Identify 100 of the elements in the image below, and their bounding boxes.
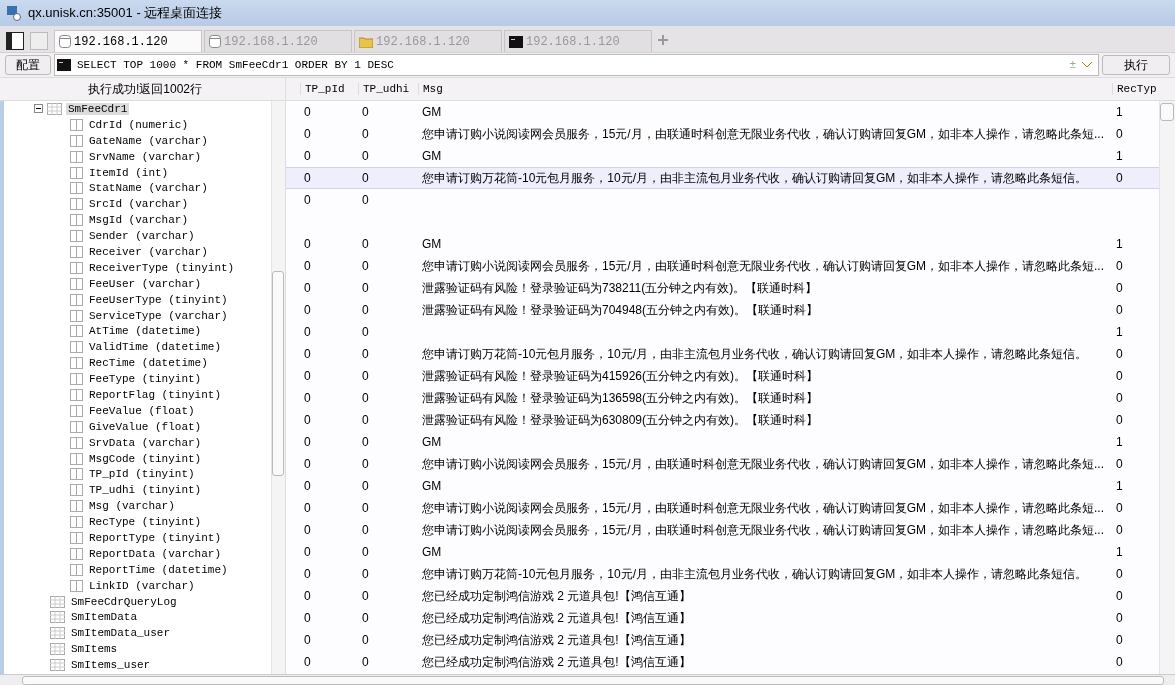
table-cell-text: 0: [1115, 412, 1124, 429]
table-row[interactable]: 0 0 您已经成功定制鸿信游戏 2 元道具包!【鸿信互通】 0: [286, 607, 1159, 629]
tree-item[interactable]: CdrId (numeric): [4, 116, 271, 133]
table-row[interactable]: 0 0 GM 1: [286, 475, 1159, 497]
tree-item[interactable]: ReportTime (datetime): [4, 561, 271, 578]
remote-desktop-icon: [6, 5, 22, 21]
table-cell-text: 0: [1115, 632, 1124, 649]
table-row[interactable]: 0 0 泄露验证码有风险！登录验证码为136598(五分钟之内有效)。【联通时科】 0: [286, 387, 1159, 409]
table-row[interactable]: 0 0 您已经成功定制鸿信游戏 2 元道具包!【鸿信互通】 0: [286, 629, 1159, 651]
table-row[interactable]: 0 0 您已经成功定制鸿信游戏 2 元道具包!【鸿信互通】 0: [286, 585, 1159, 607]
tree-item[interactable]: SmItemData: [4, 609, 271, 626]
table-row[interactable]: 0 0 GM 1: [286, 431, 1159, 453]
config-button[interactable]: 配置: [5, 55, 51, 75]
table-row[interactable]: 0 0 GM 1: [286, 541, 1159, 563]
tree-item[interactable]: SmFeeCdr1: [4, 101, 271, 117]
tree-item[interactable]: FeeUser (varchar): [4, 275, 271, 292]
table-cell-text: 0: [303, 654, 312, 671]
table-cell-text: 0: [361, 148, 370, 165]
tree-item[interactable]: SmItems_user: [4, 657, 271, 674]
column-name: GateName (varchar): [88, 134, 209, 147]
tree-item[interactable]: Msg (varchar): [4, 498, 271, 515]
tree-item[interactable]: ReportType (tinyint): [4, 530, 271, 546]
tree-item[interactable]: GiveValue (float): [4, 418, 271, 435]
connection-tab[interactable]: 192.168.1.120: [54, 30, 202, 52]
table-row[interactable]: 0 0 您申请订购小说阅读网会员服务，15元/月，由联通时科创意无限业务代收，确认订购请回复GM，如非本人操作，请忽略此条短... 0: [286, 519, 1159, 541]
tree-item[interactable]: SmFeeCdrQueryLog: [4, 593, 271, 610]
table-scrollbar[interactable]: [1159, 101, 1175, 674]
table-row[interactable]: 0 0 GM 1: [286, 145, 1159, 167]
tree-item[interactable]: MsgId (varchar): [4, 212, 271, 229]
tree-item[interactable]: AtTime (datetime): [4, 323, 271, 340]
tree-item[interactable]: Receiver (varchar): [4, 244, 271, 260]
table-row[interactable]: 0 0 您申请订购万花筒-10元包月服务，10元/月，由非主流包月业务代收，确认订购请回复GM，如非本人操作，请忽略此条短信。 0: [286, 563, 1159, 585]
table-row[interactable]: 0 0 泄露验证码有风险！登录验证码为738211(五分钟之内有效)。【联通时科】 0: [286, 277, 1159, 299]
column-icon: [70, 293, 83, 306]
column-header[interactable]: TP_pId: [300, 83, 358, 95]
query-field[interactable]: SELECT TOP 1000 * FROM SmFeeCdr1 ORDER BY 1 DESC ±: [54, 54, 1099, 76]
tree-item[interactable]: SrvName (varchar): [4, 148, 271, 165]
tree-item[interactable]: FeeType (tinyint): [4, 371, 271, 388]
column-header[interactable]: TP_udhi: [358, 83, 418, 95]
tree-item[interactable]: RecType (tinyint): [4, 514, 271, 531]
collapse-icon[interactable]: [34, 104, 43, 114]
table-row[interactable]: 0 0: [286, 189, 1159, 233]
column-name: SrvData (varchar): [88, 436, 203, 449]
add-tab-icon[interactable]: [658, 35, 668, 45]
table-row[interactable]: 0 0 您申请订购万花筒-10元包月服务，10元/月，由非主流包月业务代收，确认订购请回复GM，如非本人操作，请忽略此条短信。 0: [286, 343, 1159, 365]
table-name: SmFeeCdr1: [66, 102, 130, 115]
column-header[interactable]: RecTyp: [1112, 83, 1160, 95]
folder-icon: [359, 35, 373, 48]
tree-item[interactable]: GateName (varchar): [4, 132, 271, 149]
tree-item[interactable]: SrcId (varchar): [4, 196, 271, 213]
tree-item[interactable]: MsgCode (tinyint): [4, 450, 271, 467]
column-name: ItemId (int): [88, 166, 170, 179]
tree-item[interactable]: StatName (varchar): [4, 180, 271, 197]
column-icon: [70, 452, 83, 465]
tree-item[interactable]: ServiceType (varchar): [4, 307, 271, 324]
column-icon: [70, 388, 83, 401]
tree-item[interactable]: Sender (varchar): [4, 228, 271, 244]
horizontal-scrollbar[interactable]: [0, 674, 1175, 685]
tree-item[interactable]: ReportData (varchar): [4, 545, 271, 562]
tree-item[interactable]: ValidTime (datetime): [4, 339, 271, 356]
tree-item[interactable]: SmItemData_user: [4, 625, 271, 642]
table-row[interactable]: 0 0 您申请订购小说阅读网会员服务，15元/月，由联通时科创意无限业务代收，确认订购请回复GM，如非本人操作，请忽略此条短... 0: [286, 255, 1159, 277]
table-cell-text: 0: [303, 368, 312, 385]
column-header[interactable]: Msg: [418, 83, 1112, 95]
tree-item[interactable]: FeeUserType (tinyint): [4, 291, 271, 308]
column-name: ReportData (varchar): [88, 547, 223, 560]
table-row[interactable]: 0 0 您申请订购小说阅读网会员服务，15元/月，由联通时科创意无限业务代收，确认订购请回复GM，如非本人操作，请忽略此条短... 0: [286, 123, 1159, 145]
table-row[interactable]: 0 0 泄露验证码有风险！登录验证码为630809(五分钟之内有效)。【联通时科】 0: [286, 409, 1159, 431]
table-row[interactable]: 0 0 GM 1: [286, 233, 1159, 255]
table-row[interactable]: 0 0 泄露验证码有风险！登录验证码为415926(五分钟之内有效)。【联通时科】 0: [286, 365, 1159, 387]
column-icon: [70, 214, 83, 227]
tree-item[interactable]: TP_pId (tinyint): [4, 466, 271, 483]
window-toggle-icon[interactable]: [30, 32, 48, 50]
table-row[interactable]: 0 0 您申请订购小说阅读网会员服务，15元/月，由联通时科创意无限业务代收，确认订购请回复GM，如非本人操作，请忽略此条短... 0: [286, 497, 1159, 519]
panel-toggle-icon[interactable]: [6, 32, 24, 50]
tree-item[interactable]: TP_udhi (tinyint): [4, 482, 271, 499]
table-row[interactable]: 0 0 您申请订购小说阅读网会员服务，15元/月，由联通时科创意无限业务代收，确认订购请回复GM，如非本人操作，请忽略此条短... 0: [286, 453, 1159, 475]
tree-item[interactable]: ReportFlag (tinyint): [4, 387, 271, 403]
table-cell-text: 您申请订购万花筒-10元包月服务，10元/月，由非主流包月业务代收，确认订购请回复GM，如非本人操作，请忽略此条短信。: [421, 566, 1089, 583]
tree-item[interactable]: LinkID (varchar): [4, 577, 271, 594]
table-cell-text: 0: [303, 192, 312, 209]
column-icon: [70, 436, 83, 449]
table-row[interactable]: 0 0 您已经成功定制鸿信游戏 2 元道具包!【鸿信互通】 0: [286, 651, 1159, 673]
tree-item[interactable]: SmItems: [4, 641, 271, 658]
tree-item[interactable]: RecTime (datetime): [4, 355, 271, 372]
tree-item[interactable]: ItemId (int): [4, 164, 271, 181]
table-row[interactable]: 0 0 您申请订购万花筒-10元包月服务，10元/月，由非主流包月业务代收，确认订购请回复GM，如非本人操作，请忽略此条短信。 0: [286, 167, 1159, 189]
table-row[interactable]: 0 0 GM 1: [286, 101, 1159, 123]
table-cell-text: 0: [361, 654, 370, 671]
tree-item[interactable]: FeeValue (float): [4, 402, 271, 419]
table-row[interactable]: 0 0 泄露验证码有风险！登录验证码为704948(五分钟之内有效)。【联通时科】 0: [286, 299, 1159, 321]
tree-scrollbar[interactable]: [271, 101, 285, 674]
table-cell-text: 0: [303, 632, 312, 649]
table-cell-text: 0: [303, 500, 312, 517]
chevron-down-icon[interactable]: [1082, 62, 1092, 68]
tree-item[interactable]: SrvData (varchar): [4, 434, 271, 451]
table-cell-text: 0: [361, 434, 370, 451]
table-row[interactable]: 0 0 1: [286, 321, 1159, 343]
run-button[interactable]: 执行: [1102, 55, 1170, 75]
tree-item[interactable]: ReceiverType (tinyint): [4, 259, 271, 276]
